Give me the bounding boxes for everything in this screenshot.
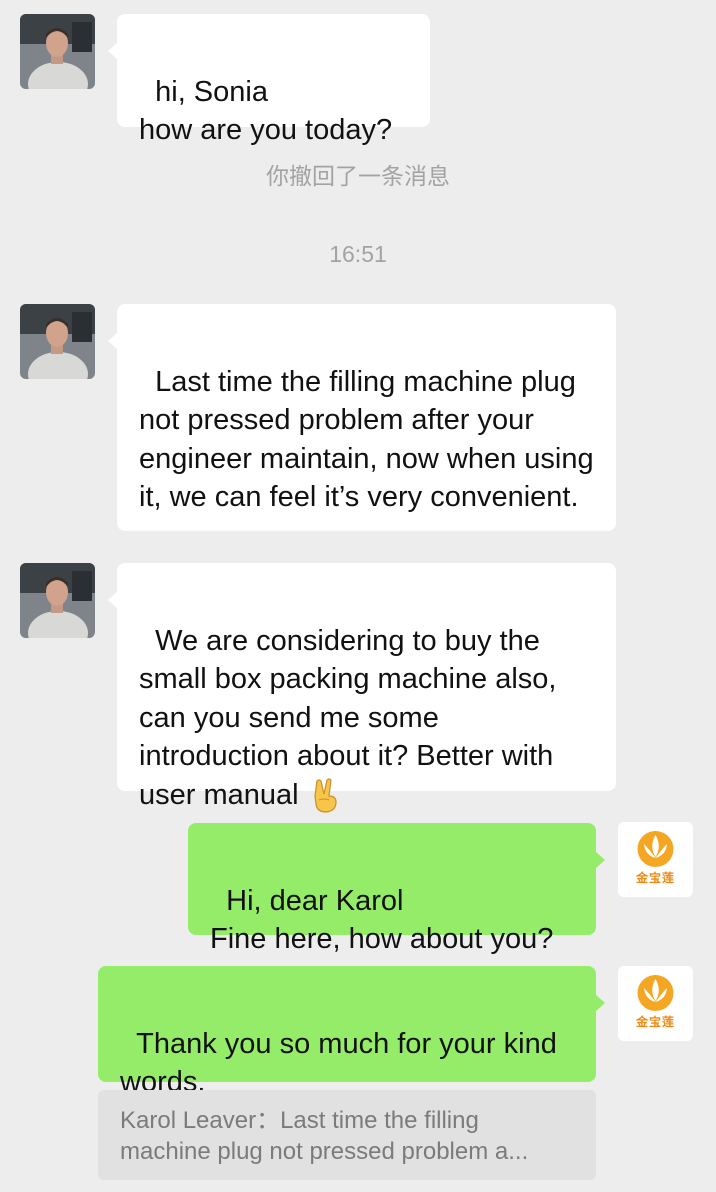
quoted-message[interactable]: Karol Leaver：Last time the filling machi… xyxy=(98,1090,596,1180)
quoted-message-text: Karol Leaver：Last time the filling machi… xyxy=(120,1107,529,1165)
message-bubble[interactable]: We are considering to buy the small box … xyxy=(108,563,616,813)
contact-photo-icon xyxy=(20,563,95,638)
contact-avatar[interactable] xyxy=(20,563,95,638)
message-bubble[interactable]: Thank you so much for your kind words. xyxy=(98,966,605,1098)
message-bubble[interactable]: hi, Sonia how are you today? xyxy=(108,14,430,146)
contact-photo-icon xyxy=(20,14,95,89)
contact-avatar[interactable] xyxy=(20,14,95,89)
my-avatar[interactable]: 金宝莲 xyxy=(618,966,693,1041)
message-text: hi, Sonia how are you today? xyxy=(139,75,393,147)
contact-avatar[interactable] xyxy=(20,304,95,379)
message-text: Last time the filling machine plug not p… xyxy=(139,365,602,514)
message-bubble[interactable]: Last time the filling machine plug not p… xyxy=(108,304,616,531)
timestamp: 16:51 xyxy=(329,241,387,267)
message-text: Thank you so much for your kind words. xyxy=(120,1027,565,1099)
message-text: We are considering to buy the small box … xyxy=(139,624,565,811)
brand-text: 金宝莲 xyxy=(635,1015,675,1029)
victory-hand-icon xyxy=(313,778,337,813)
message-bubble[interactable]: Hi, dear Karol Fine here, how about you? xyxy=(188,823,605,955)
contact-photo-icon xyxy=(20,304,95,379)
message-text: Hi, dear Karol Fine here, how about you? xyxy=(210,884,554,956)
brand-text: 金宝莲 xyxy=(635,871,675,885)
my-avatar[interactable]: 金宝莲 xyxy=(618,822,693,897)
recall-notice[interactable]: 你撤回了一条消息 xyxy=(0,157,716,191)
